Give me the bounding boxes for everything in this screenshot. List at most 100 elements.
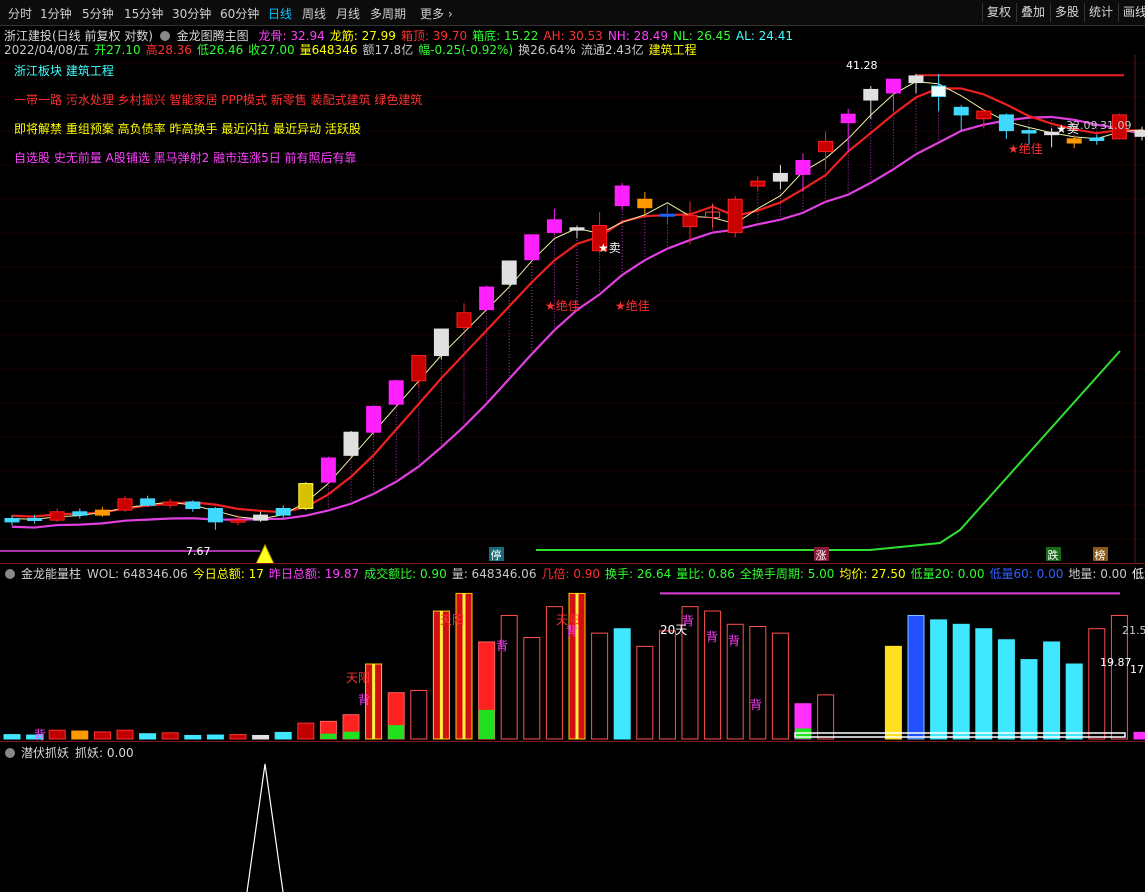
candle-body xyxy=(727,198,743,233)
volume-field-12: 地量: 0.00 xyxy=(1068,567,1127,581)
volume-bar xyxy=(184,734,202,740)
zhuayao-spike-line xyxy=(246,763,284,892)
tab-more[interactable]: 更多 › xyxy=(420,5,453,22)
volume-bar xyxy=(48,729,66,740)
bei-label: 背 xyxy=(34,728,46,741)
green-indicator-line xyxy=(536,350,1121,551)
panel-divider xyxy=(0,741,1145,742)
zhuayao-value: 抓妖: 0.00 xyxy=(75,746,134,760)
low-price-label: 7.67 xyxy=(186,545,211,558)
jue-signal-label: ★绝佳 xyxy=(545,298,580,313)
bottom-indicator-name[interactable]: 潜伏抓妖 xyxy=(21,746,69,760)
bottom-indicator-chart[interactable] xyxy=(0,760,1145,892)
volume-bar xyxy=(636,645,654,740)
volume-value-label-2: 17.8 xyxy=(1130,663,1145,676)
draw-line-button[interactable]: 画线 xyxy=(1118,3,1145,22)
candle-body xyxy=(1021,130,1037,134)
candle-body xyxy=(524,234,540,261)
tab-60min[interactable]: 60分钟 xyxy=(220,5,259,22)
volume-field-9: 均价: 27.50 xyxy=(839,567,906,581)
volume-bar-base xyxy=(343,731,359,739)
dropdown-circle-icon[interactable] xyxy=(5,569,15,579)
volume-indicator-name[interactable]: 金龙能量柱 xyxy=(21,567,81,581)
sell-signal-label: ★卖 xyxy=(598,241,621,255)
volume-bar xyxy=(1043,641,1061,740)
volume-bar xyxy=(658,630,676,740)
statistics-button[interactable]: 统计 xyxy=(1084,3,1117,22)
period-toolbar: 分时 1分钟 5分钟 15分钟 30分钟 60分钟 日线 周线 月线 多周期 更… xyxy=(0,0,1145,26)
candle-body xyxy=(253,514,269,521)
volume-chart[interactable]: 天阳天阳天阳背背背背背背背背20天21.519.8717.8 xyxy=(0,583,1145,741)
volume-bar xyxy=(884,645,902,740)
tab-5min[interactable]: 5分钟 xyxy=(82,5,114,22)
twenty-day-label: 20天 xyxy=(660,623,687,637)
candle-body xyxy=(818,140,834,153)
candle-body xyxy=(659,213,675,217)
jue-signal-label-2: ★绝佳 xyxy=(615,298,650,313)
volume-values: WOL: 648346.06 今日总额: 17 昨日总额: 19.87 成交额比: 0… xyxy=(87,567,1145,581)
volume-bar xyxy=(952,623,970,740)
tianyang-label-2: 天阳 xyxy=(440,613,464,627)
volume-bar xyxy=(93,731,111,740)
candle-body xyxy=(320,457,336,483)
note-line-2: 即将解禁 重组预案 高负债率 昨高换手 最近闪拉 最近异动 活跃股 xyxy=(14,122,361,136)
indicator-value-7: AL: 24.41 xyxy=(735,29,794,43)
ting-tag: 停 xyxy=(491,548,502,562)
candle-body xyxy=(614,185,630,207)
tab-30min[interactable]: 30分钟 xyxy=(172,5,211,22)
tab-weekly[interactable]: 周线 xyxy=(302,5,326,22)
chevron-right-icon: › xyxy=(447,7,453,21)
volume-bar xyxy=(1065,663,1083,740)
tab-intraday[interactable]: 分时 xyxy=(8,5,32,22)
volume-bar xyxy=(116,729,134,740)
candle-body xyxy=(1066,138,1082,144)
volume-field-10: 低量20: 0.00 xyxy=(910,567,985,581)
candle-body xyxy=(546,219,562,233)
candle-body xyxy=(162,501,178,506)
volume-bar xyxy=(749,626,767,740)
bei-label-8: 背 xyxy=(750,698,762,712)
volume-bar xyxy=(3,734,21,740)
volume-bar xyxy=(997,639,1015,740)
volume-bar xyxy=(274,731,292,740)
candle-body xyxy=(230,519,246,523)
volume-bar xyxy=(410,689,428,740)
volume-field-0: WOL: 648346.06 xyxy=(87,567,188,581)
candle-body xyxy=(4,517,20,523)
dropdown-circle-icon[interactable] xyxy=(5,748,15,758)
candle-body xyxy=(750,180,766,187)
multi-stock-button[interactable]: 多股 xyxy=(1050,3,1083,22)
tab-monthly[interactable]: 月线 xyxy=(336,5,360,22)
note-line-0: 浙江板块 建筑工程 xyxy=(14,64,114,78)
volume-field-5: 几倍: 0.90 xyxy=(541,567,601,581)
tab-15min[interactable]: 15分钟 xyxy=(124,5,163,22)
candle-body xyxy=(863,88,879,101)
volume-field-11: 低量60: 0.00 xyxy=(989,567,1064,581)
volume-bar xyxy=(1088,628,1106,740)
volume-field-6: 换手: 26.64 xyxy=(605,567,672,581)
tab-1min[interactable]: 1分钟 xyxy=(40,5,72,22)
tab-multi-period[interactable]: 多周期 xyxy=(370,5,406,22)
volume-field-3: 成交额比: 0.90 xyxy=(364,567,447,581)
volume-field-13: 低量柱: 4330 xyxy=(1131,567,1145,581)
bei-label-4: 背 xyxy=(566,624,578,638)
right-price-label-1: 32.09 xyxy=(1066,119,1098,132)
volume-bar xyxy=(297,722,315,740)
volume-bar xyxy=(1020,659,1038,740)
volume-axis-label: 21.5 xyxy=(1122,624,1145,637)
tab-daily[interactable]: 日线 xyxy=(268,5,292,22)
candle-body xyxy=(682,214,698,228)
purple-ma-line xyxy=(11,115,1145,529)
candle-body xyxy=(72,511,88,516)
bang-tag: 榜 xyxy=(1095,548,1106,562)
candle-body xyxy=(49,511,65,521)
tab-more-label: 更多 xyxy=(420,7,445,21)
restore-rights-button[interactable]: 复权 xyxy=(982,3,1015,22)
candle-body xyxy=(27,517,43,521)
dropdown-circle-icon[interactable] xyxy=(159,31,170,41)
overlay-button[interactable]: 叠加 xyxy=(1016,3,1049,22)
volume-bar xyxy=(591,632,609,740)
candle-body xyxy=(479,286,495,311)
panel-divider xyxy=(0,563,1145,564)
candle-body xyxy=(298,483,314,509)
